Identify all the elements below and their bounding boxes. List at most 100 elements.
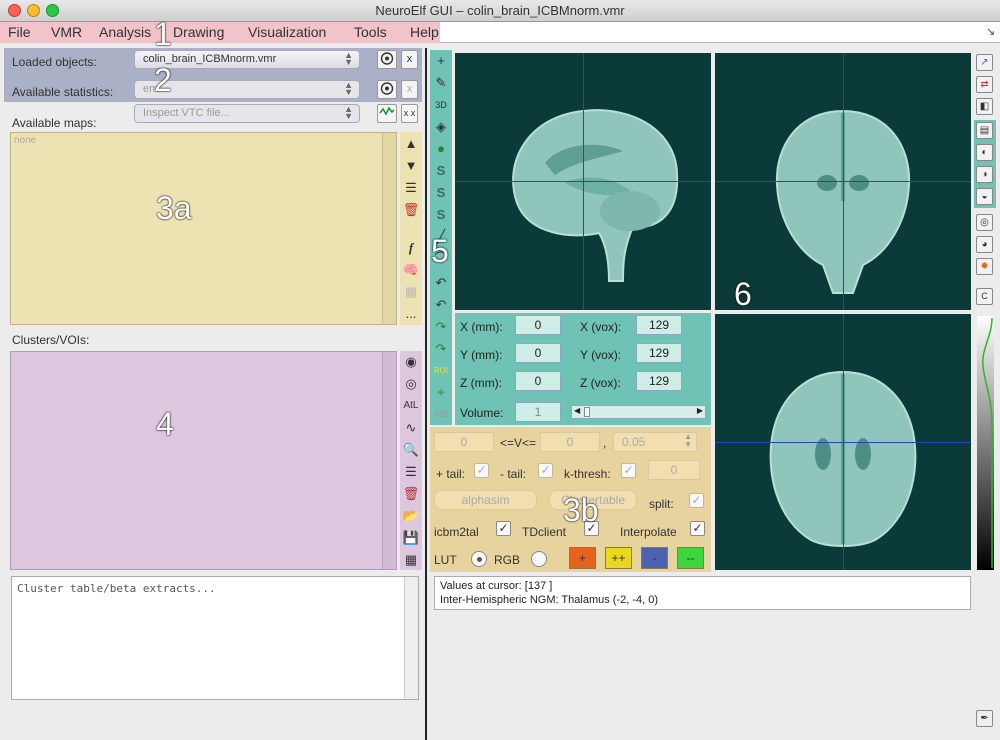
slider-right-arrow-icon[interactable]: ▶	[697, 406, 703, 415]
add-point-icon[interactable]: ●	[431, 139, 451, 159]
cluster-table-output[interactable]: Cluster table/beta extracts...	[11, 576, 419, 700]
rgb-radio[interactable]	[531, 551, 547, 567]
volume-field[interactable]: 1	[515, 402, 561, 422]
axial-view[interactable]	[715, 314, 971, 570]
menu-drawing[interactable]: Drawing	[173, 24, 224, 40]
close-statistics-button[interactable]: x	[401, 80, 418, 99]
clusters-list-scrollbar[interactable]	[382, 352, 396, 569]
coronal-view[interactable]	[715, 53, 971, 310]
roi-button[interactable]: ROI	[431, 361, 451, 381]
maps-list[interactable]: none	[10, 132, 397, 325]
colorbar-icon[interactable]: C	[976, 288, 993, 305]
inspect-vtc-dropdown[interactable]: Inspect VTC file... ▲ ▼	[134, 104, 360, 123]
smooth-tool-icon[interactable]: S	[431, 161, 451, 181]
color-button-3[interactable]: -	[641, 547, 668, 569]
pos-tail-checkbox[interactable]: ✓	[474, 463, 489, 478]
more-options-button[interactable]: ...	[401, 304, 421, 324]
crosshair-tool-icon[interactable]: +	[431, 51, 451, 71]
menu-visualization[interactable]: Visualization	[248, 24, 326, 40]
window-title: NeuroElf GUI – colin_brain_ICBMnorm.vmr	[375, 3, 625, 18]
axial-view-icon[interactable]: ◒	[976, 188, 993, 205]
y-vox-field[interactable]: 129	[636, 343, 682, 363]
volume-slider[interactable]: ◀ ▶	[571, 405, 706, 419]
smooth-tool-3-icon[interactable]: S	[431, 205, 451, 225]
x-mm-field[interactable]: 0	[515, 315, 561, 335]
sync-views-icon[interactable]: ⇄	[976, 76, 993, 93]
pvalue-dropdown[interactable]: 0.05 ▲ ▼	[613, 432, 697, 452]
x-mm-label: X (mm):	[460, 320, 503, 334]
surface-render-icon[interactable]: ◕	[976, 236, 993, 253]
neg-tail-checkbox[interactable]: ✓	[538, 463, 553, 478]
undo-icon[interactable]: ↶	[431, 273, 451, 293]
zoom-in-icon[interactable]: 🔍	[401, 440, 421, 460]
z-vox-field[interactable]: 129	[636, 371, 682, 391]
maps-list-scrollbar[interactable]	[382, 133, 396, 324]
color-button-2[interactable]: ++	[605, 547, 632, 569]
close-object-button[interactable]: x	[401, 50, 418, 69]
vid-button[interactable]: VID	[431, 405, 451, 425]
menu-vmr[interactable]: VMR	[51, 24, 82, 40]
xx-button[interactable]: x x	[401, 104, 418, 123]
z-mm-field[interactable]: 0	[515, 371, 561, 391]
timecourse-button[interactable]	[377, 104, 397, 123]
three-view-icon[interactable]: ▤	[976, 122, 993, 139]
redo-icon[interactable]: ↷	[431, 317, 451, 337]
menu-tools[interactable]: Tools	[354, 24, 387, 40]
coronal-view-icon[interactable]: ◑	[976, 166, 993, 183]
kthresh-checkbox[interactable]: ✓	[621, 463, 636, 478]
formula-icon[interactable]: f	[401, 238, 421, 258]
undo-3d-icon[interactable]: ↶	[431, 295, 451, 315]
redo-3d-icon[interactable]: ↷	[431, 339, 451, 359]
edit-pen-icon[interactable]: ✒	[976, 710, 993, 727]
atlas-label-icon[interactable]: AtL	[401, 396, 421, 416]
delete-map-icon[interactable]: 🗑	[401, 200, 421, 220]
disabled-map-icon[interactable]: ▦	[401, 282, 421, 302]
fill-tool-icon[interactable]: ◈	[431, 117, 451, 137]
color-button-4[interactable]: --	[677, 547, 704, 569]
menu-help[interactable]: Help	[410, 24, 439, 40]
inspect-statistics-button[interactable]	[377, 80, 397, 99]
menu-analysis[interactable]: Analysis	[99, 24, 151, 40]
cluster-table-scrollbar[interactable]	[404, 577, 418, 699]
pencil-tool-icon[interactable]: ✎	[431, 73, 451, 93]
brain-tool-icon[interactable]: ✦	[431, 383, 451, 403]
clusters-list[interactable]	[10, 351, 397, 570]
color-button-1[interactable]: +	[569, 547, 596, 569]
interpolate-checkbox[interactable]: ✓	[690, 521, 705, 536]
split-checkbox[interactable]: ✓	[689, 493, 704, 508]
lut-radio[interactable]	[471, 551, 487, 567]
brain-scan-icon[interactable]: ◎	[976, 214, 993, 231]
smooth-tool-2-icon[interactable]: S	[431, 183, 451, 203]
volume-slider-thumb[interactable]	[584, 407, 590, 417]
sagittal-view[interactable]	[455, 53, 711, 310]
rotate-view-icon[interactable]: ↗	[976, 54, 993, 71]
annotation-6: 6	[734, 276, 752, 312]
render-3d-icon[interactable]: ✹	[976, 258, 993, 275]
save-icon[interactable]: 💾	[401, 528, 421, 548]
delete-cluster-icon[interactable]: 🗑	[401, 484, 421, 504]
grid-icon[interactable]: ▦	[401, 550, 421, 570]
alphasim-button[interactable]: alphasim	[434, 490, 537, 510]
map-properties-icon[interactable]: ☰	[401, 178, 421, 198]
pencil-3d-tool-icon[interactable]: 3D	[431, 95, 451, 115]
cluster-table-icon[interactable]: ☰	[401, 462, 421, 482]
layout-icon[interactable]: ◧	[976, 98, 993, 115]
x-vox-field[interactable]: 129	[636, 315, 682, 335]
kthresh-field[interactable]: 0	[648, 460, 700, 480]
cluster-render-icon[interactable]: ◉	[401, 352, 421, 372]
slider-left-arrow-icon[interactable]: ◀	[574, 406, 580, 415]
cluster-timecourse-icon[interactable]: ∿	[401, 418, 421, 438]
move-map-down-button[interactable]: ▼	[401, 156, 421, 176]
neg-tail-label: - tail:	[500, 467, 527, 481]
sagittal-view-icon[interactable]: ◐	[976, 144, 993, 161]
cluster-sphere-icon[interactable]: ◎	[401, 374, 421, 394]
y-mm-field[interactable]: 0	[515, 343, 561, 363]
upper-threshold-field[interactable]: 0	[540, 432, 600, 452]
move-map-up-button[interactable]: ▲	[401, 134, 421, 154]
icbm2tal-checkbox[interactable]: ✓	[496, 521, 511, 536]
open-folder-icon[interactable]: 📂	[401, 506, 421, 526]
render-brain-icon[interactable]: 🧠	[401, 260, 421, 280]
inspect-object-button[interactable]	[377, 50, 397, 69]
menu-file[interactable]: File	[8, 24, 31, 40]
lower-threshold-field[interactable]: 0	[434, 432, 494, 452]
